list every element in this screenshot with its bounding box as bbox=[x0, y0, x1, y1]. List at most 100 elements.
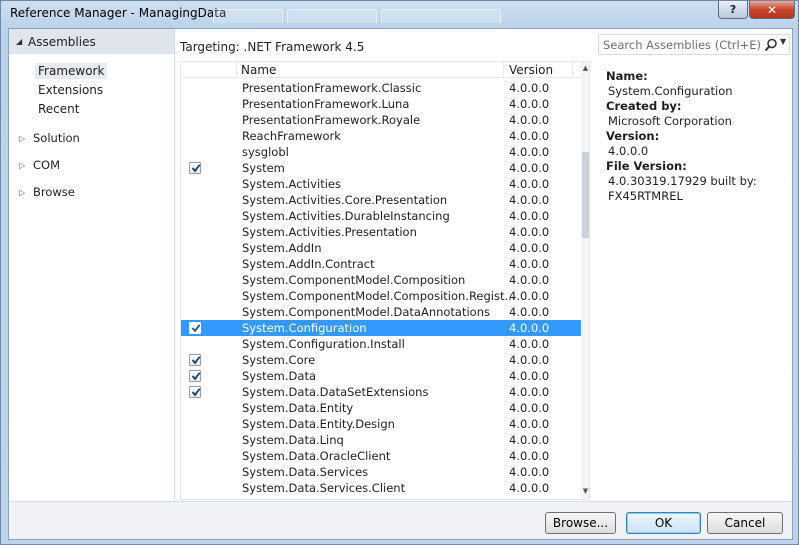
title-bar[interactable]: Reference Manager - ManagingData ? ✕ bbox=[1, 1, 798, 25]
table-row[interactable]: System.Data.Entity.Design 4.0.0.0 bbox=[181, 416, 581, 432]
table-row[interactable]: System.Activities.Presentation 4.0.0.0 bbox=[181, 224, 581, 240]
nav-group-browse[interactable]: ▷ Browse bbox=[9, 183, 75, 201]
column-separator[interactable] bbox=[236, 62, 237, 78]
cancel-button[interactable]: Cancel bbox=[707, 512, 783, 534]
table-row[interactable]: System.Data.Linq 4.0.0.0 bbox=[181, 432, 581, 448]
nav-assemblies-label: Assemblies bbox=[28, 34, 96, 49]
checkbox-checked[interactable] bbox=[189, 386, 201, 398]
assembly-version: 4.0.0.0 bbox=[509, 481, 550, 495]
table-row[interactable]: System.Data 4.0.0.0 bbox=[181, 368, 581, 384]
close-button[interactable]: ✕ bbox=[749, 1, 795, 19]
table-row[interactable]: PresentationFramework.Luna 4.0.0.0 bbox=[181, 96, 581, 112]
detail-name-label: Name: bbox=[606, 69, 648, 83]
nav-assemblies-header[interactable]: ◢ Assemblies bbox=[9, 29, 174, 54]
assembly-name: PresentationFramework.Classic bbox=[242, 81, 422, 95]
table-row[interactable]: System.Activities.DurableInstancing 4.0.0… bbox=[181, 208, 581, 224]
scroll-thumb[interactable] bbox=[582, 152, 589, 238]
assembly-name: PresentationFramework.Luna bbox=[242, 97, 410, 111]
assembly-version: 4.0.0.0 bbox=[509, 241, 550, 255]
detail-file-version-line2: FX45RTMREL bbox=[608, 189, 683, 203]
column-separator[interactable] bbox=[503, 62, 504, 78]
table-row[interactable]: System.ComponentModel.Composition.Regist… bbox=[181, 288, 581, 304]
search-box[interactable]: ▼ bbox=[598, 34, 790, 55]
help-button[interactable]: ? bbox=[718, 1, 748, 19]
assembly-name: System.Data.Services bbox=[242, 465, 369, 479]
window-title: Reference Manager - ManagingData bbox=[10, 6, 227, 20]
table-row[interactable]: System.Data.DataSetExtensions 4.0.0.0 bbox=[181, 384, 581, 400]
checkbox-checked[interactable] bbox=[189, 354, 201, 366]
checkmark-icon bbox=[191, 388, 201, 397]
collapsed-triangle-icon: ▷ bbox=[19, 133, 26, 143]
table-row[interactable]: System 4.0.0.0 bbox=[181, 160, 581, 176]
table-row[interactable]: System.ComponentModel.DataAnnotations 4.0… bbox=[181, 304, 581, 320]
nav-solution-label: Solution bbox=[33, 131, 80, 145]
ok-button[interactable]: OK bbox=[626, 512, 701, 534]
nav-group-com[interactable]: ▷ COM bbox=[9, 156, 60, 174]
assembly-name: System.AddIn bbox=[242, 241, 322, 255]
assembly-name: System.Activities bbox=[242, 177, 342, 191]
scroll-down-icon[interactable]: ▼ bbox=[582, 487, 589, 495]
assembly-name: System bbox=[242, 161, 285, 175]
nav-item-recent[interactable]: Recent bbox=[35, 101, 82, 117]
detail-name-value: System.Configuration bbox=[608, 84, 733, 98]
nav-group-solution[interactable]: ▷ Solution bbox=[9, 129, 80, 147]
table-row[interactable]: System.Data.Services.Design 4.0.0.0 bbox=[181, 496, 581, 499]
assembly-version: 4.0.0.0 bbox=[509, 113, 550, 127]
search-input[interactable] bbox=[603, 35, 763, 54]
assembly-version: 4.0.0.0 bbox=[509, 97, 550, 111]
table-row[interactable]: System.AddIn.Contract 4.0.0.0 bbox=[181, 256, 581, 272]
assembly-name: System.Configuration bbox=[242, 321, 367, 335]
dialog-body: ◢ Assemblies Framework Extensions Recent… bbox=[8, 28, 793, 540]
assembly-version: 4.0.0.0 bbox=[509, 433, 550, 447]
scroll-up-icon[interactable]: ▲ bbox=[582, 64, 589, 72]
table-row[interactable]: ReachFramework 4.0.0.0 bbox=[181, 128, 581, 144]
table-row[interactable]: System.ComponentModel.Composition 4.0.0.0 bbox=[181, 272, 581, 288]
table-row[interactable]: System.Data.Services.Client 4.0.0.0 bbox=[181, 480, 581, 496]
browse-button[interactable]: Browse... bbox=[545, 512, 616, 534]
detail-created-label: Created by: bbox=[606, 99, 682, 113]
assembly-name: System.ComponentModel.Composition bbox=[242, 273, 466, 287]
checkbox-checked[interactable] bbox=[189, 322, 201, 334]
table-row[interactable]: System.Configuration 4.0.0.0 bbox=[181, 320, 581, 336]
assembly-name: System.Data bbox=[242, 369, 316, 383]
checkmark-icon bbox=[191, 324, 201, 333]
background-window-ghost bbox=[213, 1, 513, 23]
table-row[interactable]: System.Activities.Core.Presentation 4.0.0… bbox=[181, 192, 581, 208]
detail-created-value: Microsoft Corporation bbox=[608, 114, 732, 128]
assembly-list[interactable]: Name Version PresentationFramework.Class… bbox=[180, 61, 590, 500]
table-row[interactable]: System.AddIn 4.0.0.0 bbox=[181, 240, 581, 256]
checkmark-icon bbox=[191, 356, 201, 365]
assembly-version: 4.0.0.0 bbox=[509, 465, 550, 479]
assembly-version: 4.0.0.0 bbox=[509, 401, 550, 415]
search-dropdown-icon[interactable]: ▼ bbox=[780, 37, 786, 46]
assembly-name: System.Data.Entity.Design bbox=[242, 417, 395, 431]
assembly-name: System.Data.OracleClient bbox=[242, 449, 391, 463]
table-row[interactable]: PresentationFramework.Royale 4.0.0.0 bbox=[181, 112, 581, 128]
column-header-name[interactable]: Name bbox=[241, 63, 276, 77]
checkbox-checked[interactable] bbox=[189, 370, 201, 382]
table-row[interactable]: sysglobl 4.0.0.0 bbox=[181, 144, 581, 160]
assembly-version: 4.0.0.0 bbox=[509, 305, 550, 319]
detail-file-version-label: File Version: bbox=[606, 159, 687, 173]
column-header-version[interactable]: Version bbox=[509, 63, 553, 77]
table-row[interactable]: System.Data.Services 4.0.0.0 bbox=[181, 464, 581, 480]
assembly-name: System.Data.Services.Client bbox=[242, 481, 406, 495]
nav-item-extensions[interactable]: Extensions bbox=[35, 82, 106, 98]
assembly-name: sysglobl bbox=[242, 145, 289, 159]
table-row[interactable]: System.Data.Entity 4.0.0.0 bbox=[181, 400, 581, 416]
checkbox-checked[interactable] bbox=[189, 162, 201, 174]
assembly-version: 4.0.0.0 bbox=[509, 337, 550, 351]
table-row[interactable]: System.Configuration.Install 4.0.0.0 bbox=[181, 336, 581, 352]
table-row[interactable]: System.Core 4.0.0.0 bbox=[181, 352, 581, 368]
assembly-version: 4.0.0.0 bbox=[509, 209, 550, 223]
search-icon[interactable] bbox=[764, 38, 778, 52]
assembly-version: 4.0.0.0 bbox=[509, 81, 550, 95]
table-row[interactable]: PresentationFramework.Classic 4.0.0.0 bbox=[181, 80, 581, 96]
vertical-scrollbar[interactable]: ▲ ▼ bbox=[581, 62, 589, 499]
assembly-name: System.Core bbox=[242, 353, 316, 367]
nav-item-framework[interactable]: Framework bbox=[35, 63, 108, 79]
table-row[interactable]: System.Activities 4.0.0.0 bbox=[181, 176, 581, 192]
nav-browse-label: Browse bbox=[33, 185, 75, 199]
table-row[interactable]: System.Data.OracleClient 4.0.0.0 bbox=[181, 448, 581, 464]
column-separator[interactable] bbox=[572, 62, 573, 78]
